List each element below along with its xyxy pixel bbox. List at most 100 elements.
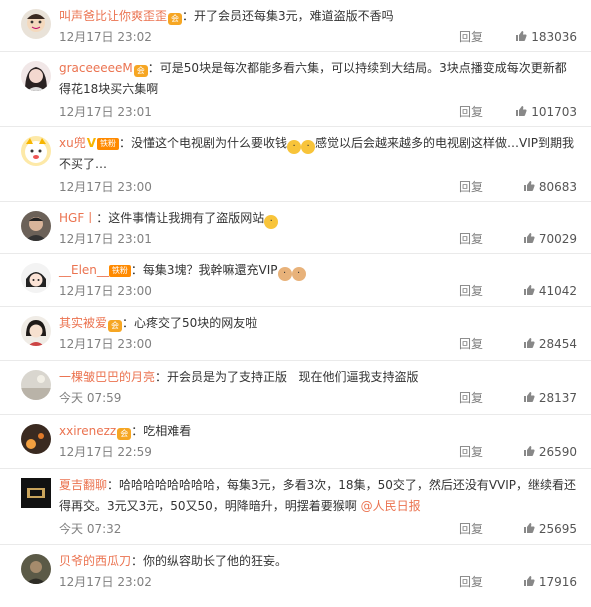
comment-time: 今天 07:59	[59, 391, 122, 405]
comment-item: __Elen__ 铁粉 ：每集3塊？我幹嘛還充VIP · · 12月17日 23:00 …	[0, 254, 591, 307]
avatar[interactable]	[21, 136, 51, 166]
comment-username[interactable]: graceeeeeM	[59, 61, 133, 75]
comment-text: 每集3塊？我幹嘛還充VIP	[142, 263, 278, 277]
reply-button[interactable]: 回复	[459, 178, 483, 196]
comment-item: 夏吉翻聊：哈哈哈哈哈哈哈哈，每集3元，多看3次，18集，50交了，然后还没有VV…	[0, 469, 591, 545]
comment-list: 叫声爸比让你爽歪歪会：开了会员还每集3元，难道盗版不香吗 12月17日 23:0…	[0, 0, 591, 598]
comment-username[interactable]: HGF丨	[59, 211, 96, 225]
like-count: 28454	[538, 337, 577, 351]
like-count: 70029	[538, 232, 577, 246]
reply-button[interactable]: 回复	[459, 282, 483, 300]
reply-button[interactable]: 回复	[459, 520, 483, 538]
reply-button[interactable]: 回复	[459, 443, 483, 461]
like-button[interactable]: 28454	[523, 335, 577, 353]
comment-username[interactable]: 一棵皱巴巴的月亮	[59, 370, 155, 384]
comment-item: 贝爷的西瓜刀：你的纵容助长了他的狂妄。 12月17日 23:02 回复 1791…	[0, 545, 591, 598]
like-count: 26590	[538, 445, 577, 459]
thumbs-up-icon	[523, 338, 535, 348]
avatar[interactable]	[21, 554, 51, 584]
reply-button[interactable]: 回复	[459, 28, 483, 46]
member-badge-icon: 会	[133, 65, 148, 77]
comment-time: 12月17日 23:00	[59, 284, 152, 298]
reply-button[interactable]: 回复	[459, 103, 483, 121]
comment-text: 没懂这个电视剧为什么要收钱	[131, 136, 288, 150]
comment-text: 心疼交了50块的网友啦	[134, 316, 258, 330]
avatar[interactable]	[21, 61, 51, 91]
thumbs-up-icon	[523, 523, 535, 533]
avatar[interactable]	[21, 478, 51, 508]
comment-item: 一棵皱巴巴的月亮：开会员是为了支持正版 现在他们逼我支持盗版 今天 07:59 …	[0, 361, 591, 415]
reply-button[interactable]: 回复	[459, 573, 483, 591]
mention-link[interactable]: @人民日报	[361, 499, 421, 513]
comment-separator: ：	[130, 263, 143, 277]
comment-separator: ：	[131, 424, 144, 438]
thumbs-up-icon	[523, 285, 535, 295]
comment-time: 12月17日 23:02	[59, 30, 152, 44]
comment-time: 今天 07:32	[59, 522, 122, 536]
like-count: 80683	[538, 180, 577, 194]
like-button[interactable]: 101703	[515, 103, 577, 121]
avatar[interactable]	[21, 9, 51, 39]
yummy-emoji-icon: ·	[264, 215, 279, 229]
like-count: 101703	[531, 105, 577, 119]
comment-separator: ：	[96, 211, 109, 225]
comment-item: xxirenezz 会：吃相难看 12月17日 22:59 回复 26590	[0, 415, 591, 469]
reply-button[interactable]: 回复	[459, 389, 483, 407]
like-button[interactable]: 80683	[523, 178, 577, 196]
comment-username[interactable]: xxirenezz	[59, 424, 116, 438]
reply-button[interactable]: 回复	[459, 335, 483, 353]
comment-time: 12月17日 23:00	[59, 180, 152, 194]
avatar[interactable]	[21, 424, 51, 454]
comment-item: graceeeeeM 会：可是50块是每次都能多看六集，可以持续到大结局。3块点播…	[0, 52, 591, 127]
comment-separator: ：	[131, 554, 144, 568]
reply-button[interactable]: 回复	[459, 230, 483, 248]
comment-text: 开会员是为了支持正版 现在他们逼我支持盗版	[167, 370, 419, 384]
comment-text: 吃相难看	[143, 424, 192, 438]
like-button[interactable]: 17916	[523, 573, 577, 591]
comment-username[interactable]: __Elen__	[59, 263, 109, 277]
thumbs-up-icon	[516, 31, 527, 41]
fan-badge-icon: 铁粉	[108, 265, 131, 277]
like-count: 17916	[538, 575, 577, 589]
comment-separator: ：	[119, 136, 132, 150]
thumbs-up-icon	[516, 106, 527, 116]
thumbs-up-icon	[523, 576, 535, 586]
comment-item: HGF丨：这件事情让我拥有了盗版网站 · 12月17日 23:01 回复 7002…	[0, 202, 591, 254]
avatar[interactable]	[21, 316, 51, 346]
comment-username[interactable]: 夏吉翻聊	[59, 478, 107, 492]
comment-separator: ：	[147, 61, 160, 75]
avatar[interactable]	[21, 370, 51, 400]
comment-username[interactable]: 其实被爱	[59, 316, 107, 330]
member-badge-icon: 会	[117, 428, 132, 440]
like-button[interactable]: 183036	[515, 28, 577, 46]
avatar[interactable]	[21, 263, 51, 293]
like-button[interactable]: 41042	[523, 282, 577, 300]
comment-username[interactable]: xu兜	[59, 136, 86, 150]
like-button[interactable]: 28137	[523, 389, 577, 407]
crying-emoji-icon: ·	[301, 140, 316, 154]
thumbs-up-icon	[523, 181, 535, 191]
like-count: 183036	[531, 30, 577, 44]
member-badge-icon: 会	[168, 13, 183, 25]
comment-time: 12月17日 23:01	[59, 105, 152, 119]
comment-username[interactable]: 叫声爸比让你爽歪歪	[59, 9, 167, 23]
comment-time: 12月17日 22:59	[59, 445, 152, 459]
like-count: 25695	[538, 522, 577, 536]
like-button[interactable]: 70029	[523, 230, 577, 248]
comment-text: 开了会员还每集3元，难道盗版不香吗	[194, 9, 394, 23]
comment-separator: ：	[107, 478, 120, 492]
verified-icon: V	[86, 136, 97, 150]
cat-emoji-icon: ·	[291, 267, 306, 281]
like-button[interactable]: 25695	[523, 520, 577, 538]
comment-text: 哈哈哈哈哈哈哈哈，每集3元，多看3次，18集，50交了，然后还没有VVIP，继续…	[59, 478, 577, 513]
comment-item: xu兜V 铁粉 ：没懂这个电视剧为什么要收钱 · · 感觉以后会越来越多的电视剧这样做…V…	[0, 127, 591, 202]
avatar[interactable]	[21, 211, 51, 241]
like-button[interactable]: 26590	[523, 443, 577, 461]
comment-username[interactable]: 贝爷的西瓜刀	[59, 554, 131, 568]
like-count: 28137	[538, 391, 577, 405]
comment-separator: ：	[155, 370, 168, 384]
comment-text: 你的纵容助长了他的狂妄。	[143, 554, 288, 568]
thumbs-up-icon	[523, 446, 535, 456]
thumbs-up-icon	[523, 392, 535, 402]
like-count: 41042	[538, 284, 577, 298]
